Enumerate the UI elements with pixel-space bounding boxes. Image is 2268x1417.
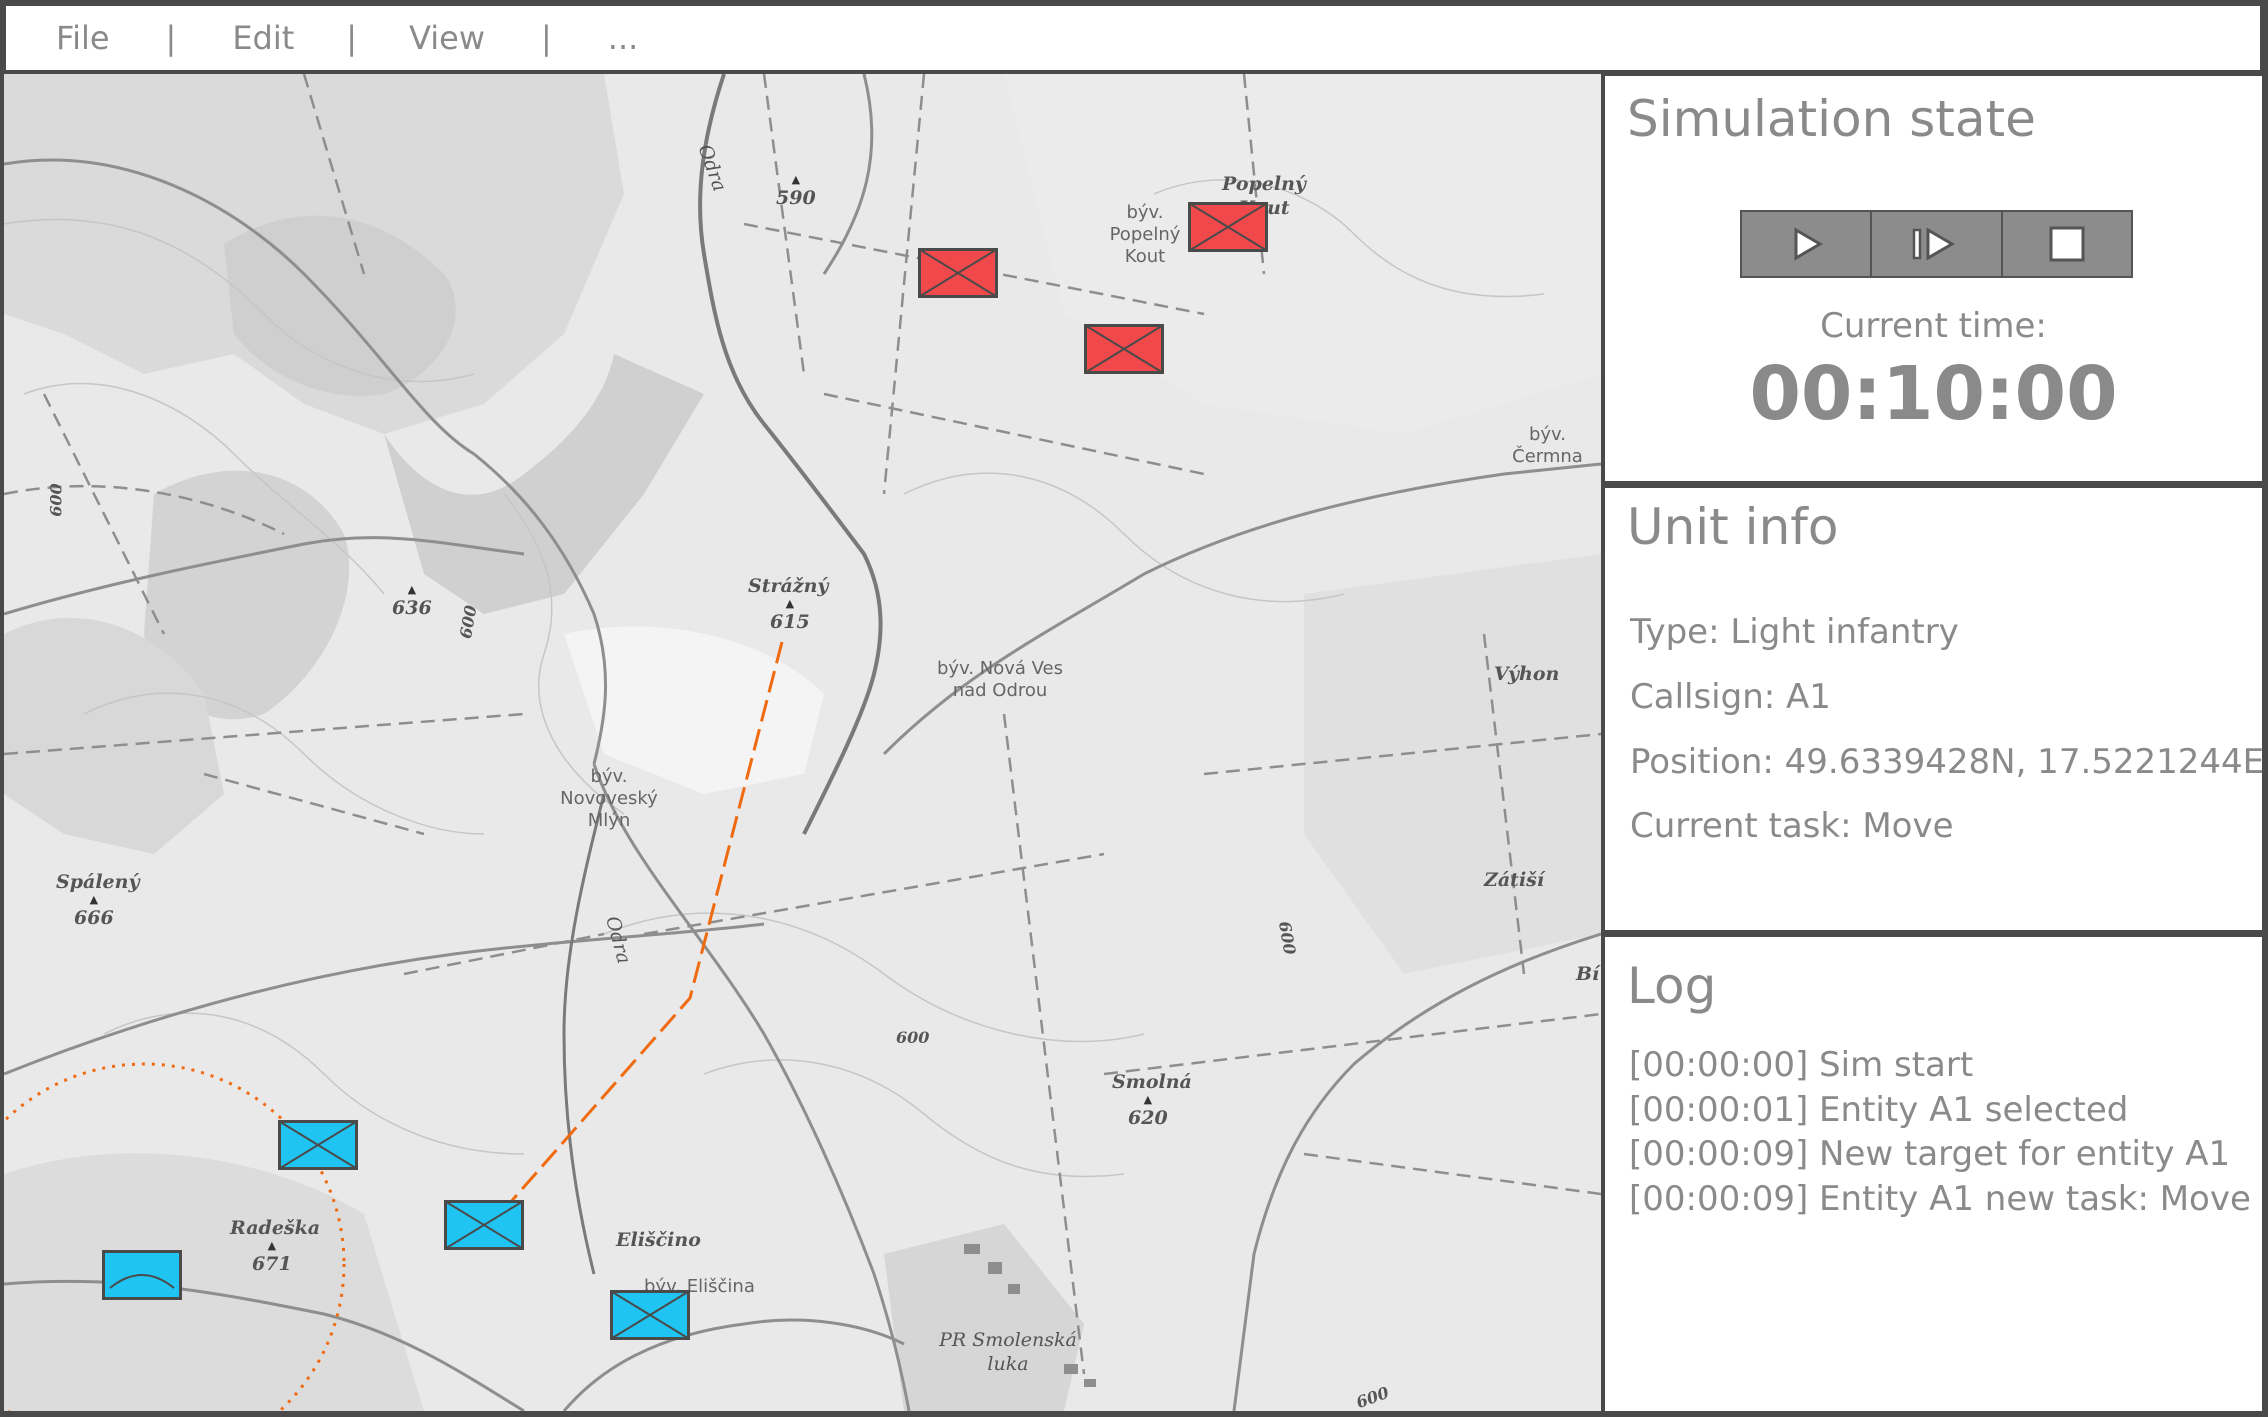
map-label-peak: ▲ 615 — [770, 597, 810, 634]
log-panel: Log [00:00:00] Sim start [00:00:01] Enti… — [1605, 937, 2262, 1411]
map-label-peak: ▲ 666 — [74, 893, 114, 930]
map-label-place: Výhon — [1494, 663, 1560, 685]
step-button[interactable] — [1872, 212, 2003, 276]
unit-info-title: Unit info — [1627, 498, 1839, 556]
stop-button[interactable] — [2002, 212, 2131, 276]
step-icon — [1913, 227, 1956, 261]
current-time-value: 00:10:00 — [1749, 351, 2118, 437]
unit-callsign: Callsign: A1 — [1630, 677, 1831, 717]
simulation-panel: Simulation state Current time: 00:10:00 — [1605, 76, 2262, 481]
menu-separator: | — [346, 19, 358, 57]
map-view[interactable]: ▲590 býv. Popelný Kout Popelný Kout býv.… — [4, 74, 1601, 1411]
simulation-title: Simulation state — [1627, 90, 2036, 148]
map-label-peak: ▲ 590 — [776, 173, 816, 210]
menu-file[interactable]: File — [56, 19, 110, 57]
map-label-place: Bí — [1576, 963, 1600, 985]
map-label-peak-name: Spálený — [56, 871, 140, 893]
map-label-peak: ▲ 671 — [252, 1239, 292, 1276]
current-time-label: Current time: — [1820, 306, 2047, 346]
menu-separator: | — [541, 19, 552, 57]
map-label-peak: ▲ 620 — [1128, 1093, 1168, 1130]
log-entry: [00:00:00] Sim start — [1629, 1045, 1974, 1085]
map-label-place: býv. Popelný Kout — [1109, 202, 1181, 267]
play-button[interactable] — [1742, 212, 1873, 276]
unit-type: Type: Light infantry — [1630, 612, 1959, 652]
map-label-place: Eliščino — [616, 1229, 701, 1251]
menu-separator: | — [165, 19, 177, 57]
unit-position: Position: 49.6339428N, 17.5221244E — [1630, 742, 2265, 782]
map-label-place: býv. Nová Ves nad Odrou — [936, 658, 1064, 701]
simulation-controls — [1740, 210, 2133, 278]
map-label-place: býv. Novoveský Mlýn — [560, 766, 658, 831]
map-label-place: Zátiší — [1484, 869, 1545, 891]
play-icon — [1794, 227, 1824, 261]
menu-edit[interactable]: Edit — [232, 19, 294, 57]
log-title: Log — [1627, 957, 1717, 1015]
unit-info-panel: Unit info Type: Light infantry Callsign:… — [1605, 488, 2265, 930]
map-label-reserve: PR Smolenská luka — [939, 1329, 1077, 1375]
menu-bar: File | Edit | View | ... — [6, 6, 2260, 70]
log-entry: [00:00:09] Entity A1 new task: Move — [1629, 1179, 2251, 1219]
map-label-peak: ▲ 636 — [392, 583, 432, 620]
map-label-peak-name: Strážný — [748, 575, 829, 597]
menu-more[interactable]: ... — [608, 19, 639, 57]
log-entry: [00:00:09] New target for entity A1 — [1629, 1134, 2231, 1174]
menu-view[interactable]: View — [409, 19, 485, 57]
unit-current-task: Current task: Move — [1630, 806, 1954, 846]
log-entry: [00:00:01] Entity A1 selected — [1629, 1090, 2129, 1130]
map-label-contour: 600 — [46, 483, 66, 517]
stop-icon — [2049, 226, 2085, 262]
map-label-peak-name: Smolná — [1112, 1071, 1192, 1093]
map-label-place: býv. Čermna — [1512, 424, 1583, 467]
map-label-contour: 600 — [896, 1028, 930, 1047]
map-background — [4, 74, 1601, 1411]
map-label-peak-name: Radeška — [230, 1217, 321, 1239]
